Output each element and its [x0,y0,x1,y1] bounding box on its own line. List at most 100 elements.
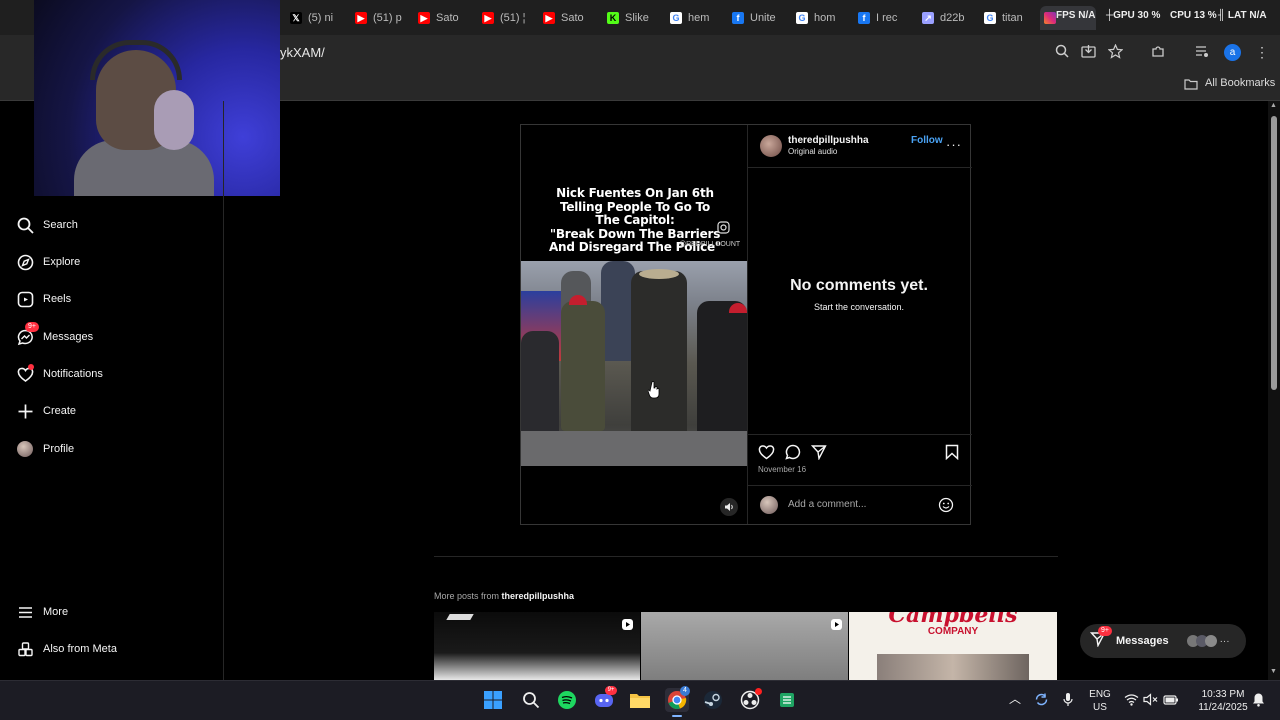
browser-tab[interactable]: ▶ (51) p [355,8,407,28]
sidebar-item-reels[interactable]: Reels [16,290,71,308]
no-comments-subtitle: Start the conversation. [813,302,905,312]
browser-tab[interactable]: ▶ Sato [543,8,595,28]
more-post-thumbnail[interactable]: Campbells COMPANY [849,612,1057,680]
file-explorer-icon[interactable] [628,688,652,712]
compass-icon [16,253,34,271]
google-icon: G [670,12,682,24]
menu-icon [16,603,34,621]
sidebar-item-also-from-meta[interactable]: Also from Meta [16,640,117,658]
spreadsheet-app-icon[interactable] [775,688,799,712]
emoji-icon[interactable] [938,497,954,518]
sidebar-item-profile[interactable]: Profile [16,440,74,458]
browser-tab-label: Unite [750,12,776,24]
notification-bell-icon[interactable] [1252,692,1265,711]
cpu-label: CPU [1170,10,1192,21]
more-posts-username[interactable]: theredpillpushha [502,591,575,601]
x-logo-icon: 𝕏 [290,12,302,24]
all-bookmarks-link[interactable]: All Bookmarks [1205,77,1275,89]
discord-icon[interactable]: 9+ [592,686,617,712]
more-post-thumbnail[interactable] [434,612,640,680]
add-comment-input[interactable]: Add a comment... [788,499,866,510]
floating-messages-button[interactable]: 9+ Messages ··· [1080,624,1246,658]
browser-tab[interactable]: 𝕏 (5) ni [290,8,342,28]
language-indicator[interactable]: ENG US [1087,688,1113,714]
spotify-icon[interactable] [555,688,579,712]
taskbar-search-icon[interactable] [519,688,543,712]
heart-icon [16,364,34,383]
scroll-up-arrow-icon[interactable]: ▲ [1270,102,1277,109]
post-side-panel: theredpillpushha Original audio Follow ·… [747,125,972,524]
browser-tab-label: (51) ¦ [500,12,526,24]
wifi-icon[interactable] [1124,693,1139,710]
browser-tab[interactable]: ↗ d22b [922,8,974,28]
windows-start-icon[interactable] [481,688,505,712]
share-icon[interactable] [810,444,827,465]
gpu-label: GPU [1113,10,1135,21]
poster-avatar[interactable] [760,135,782,157]
install-app-icon[interactable] [1080,44,1096,60]
clock[interactable]: 10:33 PM 11/24/2025 [1196,688,1250,714]
like-heart-icon[interactable] [758,444,775,465]
save-bookmark-icon[interactable] [945,444,959,465]
obs-icon[interactable] [738,688,762,712]
browser-tab[interactable]: Ghom [796,8,848,28]
extensions-icon[interactable] [1150,44,1166,60]
scroll-down-arrow-icon[interactable]: ▼ [1270,668,1277,675]
browser-tab-label: (5) ni [308,12,334,24]
zoom-icon[interactable] [1054,44,1070,60]
browser-tab[interactable]: ▶ (51) ¦ [482,8,534,28]
post-footer: November 16 Add a comment... [748,434,972,524]
meta-apps-icon [16,640,34,658]
sidebar-item-label: Search [43,219,78,231]
follow-button[interactable]: Follow [911,135,943,146]
perf-overlay-fps: FPS N/A [1056,10,1095,21]
poster-username[interactable]: theredpillpushha [788,135,869,146]
address-bar-url[interactable]: ykXAM/ [280,45,325,60]
folder-icon [1184,77,1198,95]
comment-icon[interactable] [785,444,801,465]
sidebar-item-create[interactable]: Create [16,402,76,420]
sidebar-item-messages[interactable]: 9+ Messages [16,322,93,346]
sidebar-item-notifications[interactable]: Notifications [16,364,103,383]
instagram-tab-icon [1044,12,1056,24]
lat-label: LAT [1227,10,1247,21]
lang-top: ENG [1089,689,1111,700]
browser-tab[interactable]: ▶ Sato [418,8,470,28]
bookmark-star-icon[interactable] [1107,43,1123,60]
sidebar-item-search[interactable]: Search [16,216,78,234]
microphone-icon[interactable] [1062,692,1074,711]
browser-tab[interactable]: K Slike [607,8,659,28]
volume-icon[interactable] [720,498,738,516]
browser-tab[interactable]: Ghem [670,8,722,28]
profile-avatar-button[interactable]: a [1224,44,1241,61]
google-icon: G [984,12,996,24]
thumbnail-photo [877,654,1029,680]
more-post-thumbnail[interactable] [641,612,848,680]
youtube-icon: ▶ [482,12,494,24]
battery-icon[interactable] [1163,694,1179,709]
sync-icon[interactable] [1034,692,1049,711]
steam-icon[interactable] [701,688,725,712]
post-video[interactable]: Nick Fuentes On Jan 6th Telling People T… [521,125,747,524]
sidebar-item-more[interactable]: More [16,603,68,621]
headset-shape [90,40,182,80]
browser-tab[interactable]: f I rec [858,8,910,28]
muted-speaker-icon[interactable] [1143,693,1158,710]
more-options-icon[interactable]: ··· [946,137,962,152]
reels-icon [16,290,34,308]
media-controls-icon[interactable] [1194,44,1210,60]
fps-value: N/A [1078,10,1096,21]
browser-tab-label: Slike [625,12,649,24]
tray-overflow-icon[interactable]: ︿ [1009,693,1021,706]
scrollbar-thumb[interactable] [1271,116,1277,390]
video-frame-scene [521,261,747,466]
chrome-icon[interactable]: 4 [665,686,690,712]
sidebar-item-explore[interactable]: Explore [16,253,80,271]
browser-tab[interactable]: f Unite [732,8,784,28]
browser-menu-icon[interactable]: ⋮ [1254,44,1270,60]
messages-badge: 9+ [25,322,39,332]
original-audio-link[interactable]: Original audio [788,147,837,156]
post-date: November 16 [758,465,807,474]
instagram-watermark-icon [717,221,730,239]
browser-tab[interactable]: Gtitan [984,8,1036,28]
